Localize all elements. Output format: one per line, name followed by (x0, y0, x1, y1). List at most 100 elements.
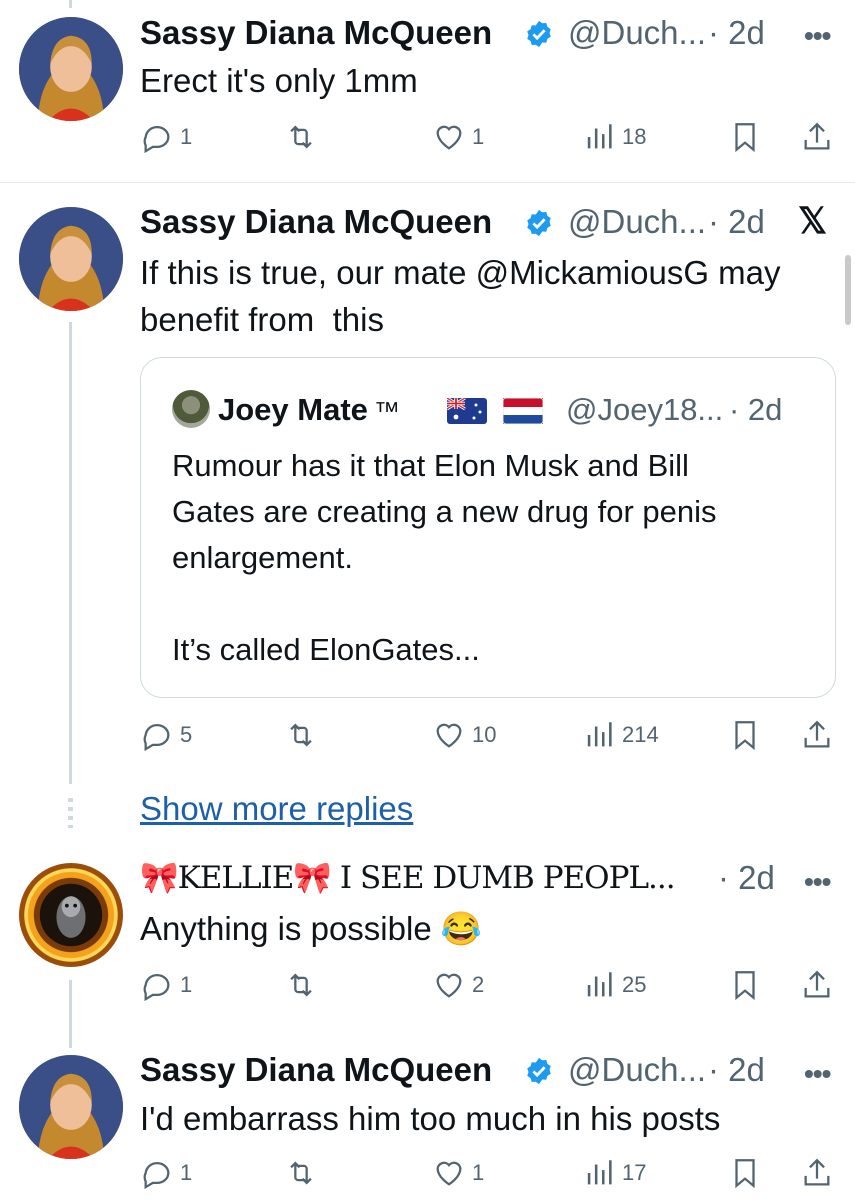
more-options-icon[interactable]: ••• (804, 1058, 831, 1090)
bookmark-icon (735, 721, 755, 751)
tweet-actions: 1 1 17 (140, 1156, 835, 1196)
reply-icon (143, 125, 170, 154)
author-name[interactable]: Sassy Diana McQueen (140, 1051, 492, 1089)
share-icon (804, 1158, 830, 1186)
like-button[interactable]: 1 (432, 1156, 484, 1190)
retweet-icon (290, 125, 312, 149)
like-count: 1 (472, 1160, 485, 1185)
reply-button[interactable]: 1 (140, 968, 192, 1002)
reply-count: 1 (180, 972, 193, 997)
reply-icon (143, 723, 170, 752)
bookmark-button[interactable] (728, 718, 762, 752)
like-button[interactable]: 2 (432, 968, 484, 1002)
bookmark-button[interactable] (728, 968, 762, 1002)
quoted-author-name[interactable]: Joey Mate ™ (218, 392, 400, 428)
bookmark-icon (735, 1159, 755, 1189)
views-icon (587, 722, 612, 747)
australia-flag-icon (447, 398, 487, 424)
view-count: 18 (622, 124, 647, 149)
thread-dots (68, 798, 73, 828)
retweet-button[interactable] (284, 1156, 318, 1190)
tweet-text: Anything is possible 😂 (140, 910, 482, 947)
share-button[interactable] (800, 718, 834, 752)
quoted-timestamp[interactable]: · 2d (729, 392, 782, 428)
netherlands-flag-icon (503, 398, 543, 424)
author-handle[interactable]: @Duch... (568, 14, 706, 52)
share-icon (804, 720, 830, 748)
retweet-button[interactable] (284, 718, 318, 752)
author-name[interactable]: Sassy Diana McQueen (140, 203, 492, 241)
more-options-icon[interactable]: ••• (804, 866, 831, 898)
timestamp[interactable]: · 2d (708, 14, 765, 52)
bookmark-button[interactable] (728, 120, 762, 154)
timestamp[interactable]: · 2d (708, 1051, 765, 1089)
like-button[interactable]: 1 (432, 120, 484, 154)
reply-count: 1 (180, 124, 193, 149)
retweet-button[interactable] (284, 968, 318, 1002)
avatar[interactable] (19, 863, 123, 967)
views-icon (587, 972, 612, 997)
x-logo-icon: 𝕏 (798, 200, 828, 241)
views-icon (587, 124, 612, 149)
thread-line-top (69, 0, 72, 8)
like-count: 1 (472, 124, 485, 149)
author-name[interactable]: 🎀KELLIE🎀 I SEE DUMB PEOPL... (140, 859, 676, 896)
show-more-replies-link[interactable]: Show more replies (140, 790, 413, 828)
quoted-author-handle[interactable]: @Joey18... (566, 392, 723, 428)
reply-button[interactable]: 5 (140, 718, 192, 752)
reply-count: 5 (180, 722, 193, 747)
heart-icon (436, 125, 462, 150)
retweet-button[interactable] (284, 120, 318, 154)
views-button[interactable]: 214 (582, 718, 659, 752)
share-icon (804, 970, 830, 998)
author-handle[interactable]: @Duch... (568, 1051, 706, 1089)
tweet-text: I'd embarrass him too much in his posts (140, 1100, 721, 1137)
share-icon (804, 122, 830, 150)
timestamp[interactable]: · 2d (708, 203, 765, 241)
tweet-actions: 1 2 25 (140, 968, 835, 1008)
share-button[interactable] (800, 968, 834, 1002)
verified-badge-icon (527, 20, 551, 48)
like-button[interactable]: 10 (432, 718, 496, 752)
views-icon (587, 1160, 612, 1185)
verified-badge-icon (527, 1057, 551, 1085)
view-count: 25 (622, 972, 647, 997)
reply-icon (143, 973, 170, 1002)
views-button[interactable]: 25 (582, 968, 646, 1002)
thread-line-bottom (69, 980, 72, 1048)
reply-icon (143, 1161, 170, 1190)
avatar[interactable] (19, 17, 123, 121)
retweet-icon (290, 1161, 312, 1185)
heart-icon (436, 973, 462, 998)
more-options-icon[interactable]: ••• (804, 20, 831, 52)
avatar[interactable] (19, 1055, 123, 1159)
tweet-text: If this is true, our mate @MickamiousG m… (140, 254, 781, 338)
bookmark-icon (735, 971, 755, 1001)
thread-line-main (69, 322, 72, 784)
views-button[interactable]: 17 (582, 1156, 646, 1190)
bookmark-button[interactable] (728, 1156, 762, 1190)
share-button[interactable] (800, 120, 834, 154)
author-name[interactable]: Sassy Diana McQueen (140, 14, 492, 52)
retweet-icon (290, 973, 312, 997)
view-count: 17 (622, 1160, 647, 1185)
tweet-text: Erect it's only 1mm (140, 62, 418, 99)
trademark: ™ (373, 396, 400, 426)
quoted-tweet[interactable]: Joey Mate ™ @Joey18... · 2d Rumour has it… (140, 357, 836, 698)
heart-icon (436, 723, 462, 748)
reply-button[interactable]: 1 (140, 120, 192, 154)
author-handle[interactable]: @Duch... (568, 203, 706, 241)
scrollbar[interactable] (845, 255, 851, 325)
tweet-actions: 5 10 214 (140, 718, 835, 758)
reply-button[interactable]: 1 (140, 1156, 192, 1190)
retweet-icon (290, 723, 312, 747)
quoted-avatar[interactable] (172, 390, 210, 428)
like-count: 10 (472, 722, 497, 747)
quoted-tweet-text: Rumour has it that Elon Musk and Bill Ga… (172, 448, 717, 667)
share-button[interactable] (800, 1156, 834, 1190)
tweet-actions: 1 1 18 (140, 120, 835, 160)
avatar[interactable] (19, 207, 123, 311)
heart-icon (436, 1161, 462, 1186)
timestamp[interactable]: · 2d (718, 859, 775, 897)
views-button[interactable]: 18 (582, 120, 646, 154)
